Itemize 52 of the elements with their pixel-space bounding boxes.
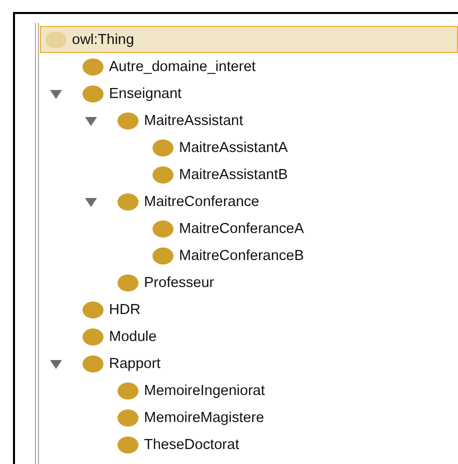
class-label: MaitreAssistantA bbox=[179, 140, 288, 156]
class-icon bbox=[152, 166, 174, 184]
collapse-icon[interactable] bbox=[49, 358, 63, 370]
tree-row[interactable]: MaitreAssistant bbox=[40, 107, 458, 134]
tree-row[interactable]: MemoireMagistere bbox=[40, 404, 458, 431]
tree-row[interactable]: MemoireIngeniorat bbox=[40, 377, 458, 404]
class-icon bbox=[45, 30, 67, 48]
class-icon bbox=[117, 408, 139, 426]
class-label: MaitreAssistant bbox=[144, 112, 244, 128]
tree-row[interactable]: HDR bbox=[40, 296, 458, 323]
tree-row[interactable]: Module bbox=[40, 323, 458, 350]
collapse-icon[interactable] bbox=[84, 114, 98, 126]
class-label: Module bbox=[109, 328, 157, 344]
class-icon bbox=[117, 436, 139, 454]
class-label: MaitreConferanceB bbox=[179, 248, 304, 264]
class-label: HDR bbox=[109, 302, 140, 318]
class-label: Professeur bbox=[144, 274, 214, 290]
class-icon bbox=[152, 220, 174, 238]
class-icon bbox=[82, 58, 104, 76]
tree-row[interactable]: Rapport bbox=[40, 350, 458, 377]
class-icon bbox=[82, 328, 104, 346]
tree-row[interactable]: TheseDoctorat bbox=[40, 431, 458, 458]
class-icon bbox=[152, 138, 174, 156]
class-label: Autre_domaine_interet bbox=[109, 58, 256, 74]
class-label: Enseignant bbox=[109, 86, 182, 102]
class-label: Rapport bbox=[109, 356, 161, 372]
tree-row[interactable]: Autre_domaine_interet bbox=[40, 53, 458, 80]
class-icon bbox=[117, 112, 139, 130]
tree-row[interactable]: Professeur bbox=[40, 269, 458, 296]
class-icon bbox=[152, 246, 174, 264]
class-label: MaitreAssistantB bbox=[179, 166, 288, 182]
tree-row[interactable]: owl:Thing bbox=[40, 26, 458, 53]
class-label: owl:Thing bbox=[72, 32, 134, 48]
tree-row[interactable]: MaitreConferanceA bbox=[40, 215, 458, 242]
tree-row[interactable]: MaitreConferanceB bbox=[40, 242, 458, 269]
class-icon bbox=[82, 300, 104, 318]
tree-row[interactable]: MaitreAssistantA bbox=[40, 134, 458, 161]
class-icon bbox=[82, 354, 104, 372]
tree-row[interactable]: MaitreAssistantB bbox=[40, 161, 458, 188]
class-icon bbox=[117, 192, 139, 210]
class-label: MaitreConferanceA bbox=[179, 220, 304, 236]
tree-row[interactable]: MaitreConferance bbox=[40, 188, 458, 215]
class-icon bbox=[82, 84, 104, 102]
class-label: MemoireMagistere bbox=[144, 410, 264, 426]
class-label: MaitreConferance bbox=[144, 194, 260, 210]
collapse-icon[interactable] bbox=[84, 196, 98, 208]
collapse-icon[interactable] bbox=[49, 88, 63, 100]
tree-row[interactable]: Enseignant bbox=[40, 80, 458, 107]
class-icon bbox=[117, 274, 139, 292]
class-icon bbox=[117, 382, 139, 400]
class-label: MemoireIngeniorat bbox=[144, 382, 265, 398]
class-label: TheseDoctorat bbox=[144, 436, 240, 452]
